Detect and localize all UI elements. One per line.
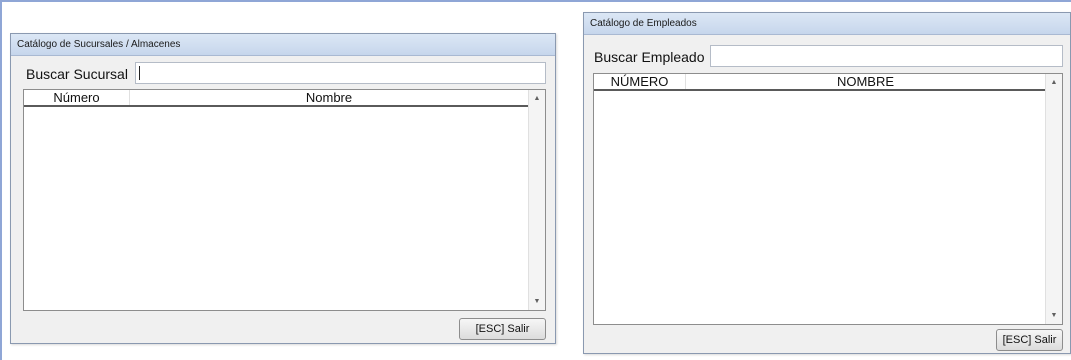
employees-catalog-window: Catálogo de Empleados Buscar Empleado NÚ… (583, 12, 1071, 354)
branch-search-input[interactable] (135, 62, 546, 84)
exit-button[interactable]: [ESC] Salir (459, 318, 546, 340)
screenshot-canvas: Catálogo de Sucursales / Almacenes Busca… (0, 0, 1071, 360)
column-header-nombre[interactable]: Nombre (130, 90, 529, 105)
frame-border-left (0, 0, 2, 360)
employees-grid-scrollbar[interactable]: ▲ ▼ (1045, 74, 1062, 324)
up-arrow-icon[interactable]: ▲ (529, 90, 545, 107)
column-header-nombre[interactable]: NOMBRE (686, 74, 1046, 89)
down-arrow-icon[interactable]: ▼ (1046, 307, 1062, 324)
employees-grid[interactable]: NÚMERO NOMBRE ▲ ▼ (593, 73, 1063, 325)
employees-window-titlebar: Catálogo de Empleados (584, 13, 1070, 35)
exit-button[interactable]: [ESC] Salir (996, 329, 1063, 351)
frame-border-top (0, 0, 1071, 2)
column-header-numero[interactable]: NÚMERO (594, 74, 686, 89)
employee-search-label: Buscar Empleado (594, 49, 705, 65)
employees-grid-header: NÚMERO NOMBRE (594, 74, 1046, 91)
branches-window-titlebar: Catálogo de Sucursales / Almacenes (11, 34, 555, 56)
employee-search-input[interactable] (710, 45, 1063, 67)
up-arrow-icon[interactable]: ▲ (1046, 74, 1062, 91)
column-header-numero[interactable]: Número (24, 90, 130, 105)
branches-grid-header: Número Nombre (24, 90, 529, 107)
branch-search-label: Buscar Sucursal (26, 66, 128, 82)
text-caret (139, 66, 140, 80)
branches-catalog-window: Catálogo de Sucursales / Almacenes Busca… (10, 33, 556, 344)
branches-grid[interactable]: Número Nombre ▲ ▼ (23, 89, 546, 311)
down-arrow-icon[interactable]: ▼ (529, 293, 545, 310)
branches-grid-scrollbar[interactable]: ▲ ▼ (528, 90, 545, 310)
